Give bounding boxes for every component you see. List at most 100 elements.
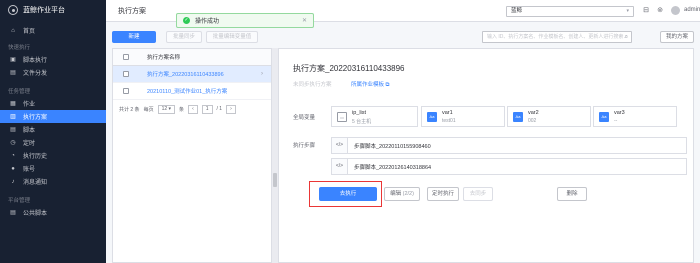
- nav-group-task: 任务管理: [8, 89, 31, 95]
- sidebar-item-exec-plan[interactable]: ▥ 执行方案: [0, 110, 106, 123]
- bell-icon: ♪: [11, 178, 15, 185]
- script-icon: ▤: [10, 126, 16, 133]
- sidebar-item-job[interactable]: ▦ 作业: [0, 97, 106, 110]
- variable-card[interactable]: ▭ ip_list 5 台主机: [331, 106, 418, 127]
- variable-value: 002: [528, 118, 537, 124]
- plan-list-header: 执行方案名称: [113, 49, 271, 66]
- sidebar-item-cron[interactable]: ◷ 定时: [0, 136, 106, 149]
- search-input[interactable]: 输入 ID、执行方案名、作业模板名、创建人、更新人进行搜索… ⌕: [482, 31, 632, 43]
- variable-card[interactable]: Aa var3 --: [593, 106, 677, 127]
- chevron-right-icon: ›: [261, 71, 263, 77]
- chevron-down-icon: ▾: [626, 8, 629, 14]
- plan-list: 执行方案名称 执行方案_20220316110433896 › 20210110…: [112, 48, 272, 263]
- help-icon[interactable]: ⊚: [656, 7, 664, 15]
- sidebar-item-account[interactable]: ● 账号: [0, 162, 106, 175]
- toast-text: 操作成功: [195, 19, 220, 25]
- account-icon: ●: [11, 165, 15, 172]
- sidebar-item-label: 定时: [23, 141, 36, 147]
- variable-name: var1: [442, 110, 453, 116]
- template-link-label: 所属作业模板: [351, 82, 385, 88]
- business-select[interactable]: 蓝鲸 ▾: [506, 6, 634, 17]
- variable-value: --: [614, 118, 618, 124]
- sidebar-item-label: 账号: [23, 167, 36, 173]
- list-item[interactable]: 20210110_测试作业01_执行方案: [113, 83, 271, 100]
- sidebar-item-label: 公共脚本: [23, 211, 48, 217]
- string-var-icon: Aa: [427, 112, 437, 122]
- script-step-icon: </>: [332, 138, 348, 153]
- step-item[interactable]: </> 步骤脚本_20220110155908460: [331, 137, 687, 154]
- success-toast: ✓ 操作成功 ✕: [176, 13, 314, 28]
- batch-sync-button[interactable]: 批量同步: [166, 31, 202, 43]
- string-var-icon: Aa: [599, 112, 609, 122]
- check-icon: ✓: [183, 17, 190, 24]
- variable-card[interactable]: Aa var2 002: [507, 106, 591, 127]
- exec-plan-icon: ▥: [10, 113, 16, 120]
- plan-name[interactable]: 20210110_测试作业01_执行方案: [147, 87, 227, 95]
- row-checkbox[interactable]: [123, 71, 129, 77]
- step-item[interactable]: </> 步骤脚本_20220126140318864: [331, 158, 687, 175]
- page-title: 执行方案: [118, 7, 146, 15]
- sidebar-item-file-dist[interactable]: ▤ 文件分发: [0, 66, 106, 79]
- variable-name: var3: [614, 110, 625, 116]
- toolbar: 新建 批量同步 批量编辑变量值 输入 ID、执行方案名、作业模板名、创建人、更新…: [106, 28, 700, 44]
- close-icon[interactable]: ✕: [302, 17, 307, 24]
- delete-button[interactable]: 删除: [557, 187, 587, 201]
- external-link-icon: ⧉: [385, 82, 390, 88]
- public-script-icon: ▤: [10, 209, 16, 216]
- script-exec-icon: ▣: [10, 56, 16, 63]
- sidebar-item-home[interactable]: ⌂ 首页: [0, 24, 106, 37]
- nav-group-quick: 快速执行: [8, 45, 31, 51]
- page-total: / 1: [216, 106, 223, 112]
- row-checkbox[interactable]: [123, 88, 129, 94]
- batch-edit-vars-button[interactable]: 批量编辑变量值: [206, 31, 258, 43]
- per-page-value: 12: [161, 105, 168, 112]
- sidebar-item-script[interactable]: ▤ 脚本: [0, 123, 106, 136]
- sidebar-item-exec-history[interactable]: ◔ 执行历史: [0, 149, 106, 162]
- my-plans-button[interactable]: 我的方案: [660, 31, 694, 43]
- nav-group-platform: 平台管理: [8, 198, 31, 204]
- global-var-label: 全局变量: [293, 115, 316, 121]
- sidebar-item-label: 执行方案: [23, 115, 48, 121]
- sidebar-item-public-script[interactable]: ▤ 公共脚本: [0, 206, 106, 219]
- sidebar: 蓝鲸作业平台 ⌂ 首页 快速执行 ▣ 脚本执行 ▤ 文件分发 任务管理 ▦ 作业…: [0, 0, 106, 263]
- pagination: 共计 2 条 每页 12 ▾ 条 ‹ 1 / 1 ›: [113, 100, 271, 118]
- plan-name[interactable]: 执行方案_20220316110433896: [147, 70, 224, 78]
- list-item[interactable]: 执行方案_20220316110433896 ›: [113, 66, 271, 83]
- edit-count: (2/2): [402, 191, 414, 197]
- host-icon: ▭: [337, 112, 347, 122]
- sidebar-item-label: 执行历史: [23, 154, 48, 160]
- edit-button[interactable]: 编辑 (2/2): [384, 187, 420, 201]
- current-page-input[interactable]: 1: [201, 104, 213, 114]
- window-icon[interactable]: ⊟: [642, 7, 650, 15]
- cron-exec-button[interactable]: 定时执行: [427, 187, 459, 201]
- sidebar-item-label: 首页: [23, 29, 36, 35]
- user-name[interactable]: admin: [684, 7, 700, 13]
- file-dist-icon: ▤: [10, 69, 16, 76]
- variable-card[interactable]: Aa var1 test01: [421, 106, 505, 127]
- sync-status: 未同步执行方案: [293, 82, 332, 88]
- sidebar-item-message[interactable]: ♪ 消息通知: [0, 175, 106, 188]
- new-button[interactable]: 新建: [112, 31, 156, 43]
- brand[interactable]: 蓝鲸作业平台: [0, 0, 106, 20]
- grip-icon[interactable]: [273, 173, 277, 187]
- string-var-icon: Aa: [513, 112, 523, 122]
- logo-icon: [8, 5, 18, 15]
- select-all-checkbox[interactable]: [123, 54, 129, 60]
- variable-name: ip_list: [352, 110, 367, 116]
- sync-button[interactable]: 去同步: [463, 187, 493, 201]
- prev-page-button[interactable]: ‹: [188, 104, 198, 114]
- sidebar-item-label: 脚本: [23, 128, 36, 134]
- sidebar-item-label: 文件分发: [23, 71, 48, 77]
- app-root: 蓝鲸作业平台 ⌂ 首页 快速执行 ▣ 脚本执行 ▤ 文件分发 任务管理 ▦ 作业…: [0, 0, 700, 263]
- variable-name: var2: [528, 110, 539, 116]
- per-page-unit: 条: [179, 106, 185, 113]
- business-select-value: 蓝鲸: [511, 8, 523, 14]
- column-header-plan-name: 执行方案名称: [147, 55, 181, 61]
- avatar[interactable]: [671, 6, 680, 15]
- sidebar-item-script-exec[interactable]: ▣ 脚本执行: [0, 53, 106, 66]
- template-link[interactable]: 所属作业模板 ⧉: [351, 80, 389, 89]
- brand-title: 蓝鲸作业平台: [23, 7, 65, 14]
- per-page-select[interactable]: 12 ▾: [157, 104, 176, 114]
- job-icon: ▦: [10, 100, 16, 107]
- next-page-button[interactable]: ›: [226, 104, 236, 114]
